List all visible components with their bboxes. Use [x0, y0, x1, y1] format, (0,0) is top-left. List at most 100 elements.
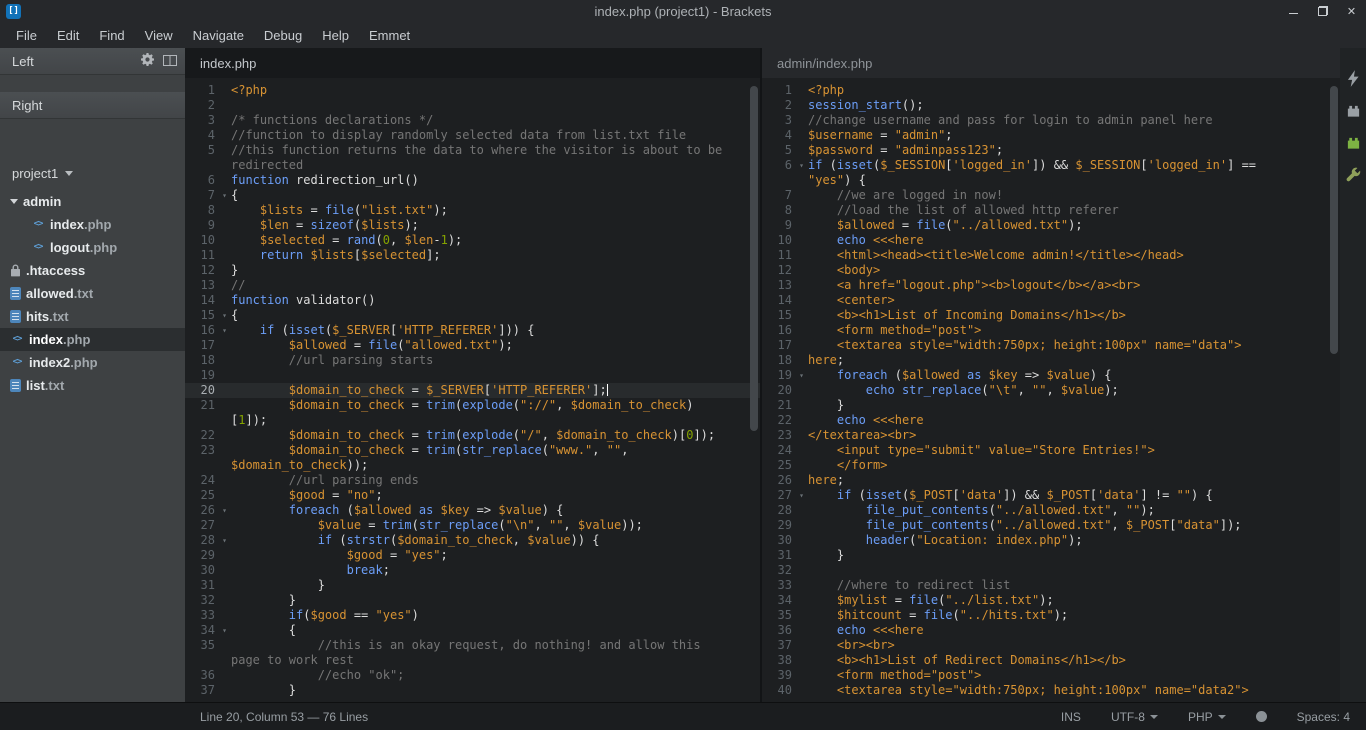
line-number[interactable]: 24: [185, 473, 218, 488]
line-number[interactable]: 14: [762, 293, 795, 308]
code-text[interactable]: foreach ($allowed as $key => $value) {: [231, 503, 760, 518]
code-line[interactable]: 36 echo <<<here: [762, 623, 1340, 638]
code-line[interactable]: 38 <b><h1>List of Redirect Domains</h1><…: [762, 653, 1340, 668]
code-text[interactable]: $len = sizeof($lists);: [231, 218, 760, 233]
code-text[interactable]: <b><h1>List of Redirect Domains</h1></b>: [808, 653, 1340, 668]
line-number[interactable]: 3: [185, 113, 218, 128]
code-text[interactable]: <input type="submit" value="Store Entrie…: [808, 443, 1340, 458]
line-number[interactable]: 13: [185, 278, 218, 293]
code-line[interactable]: 32 }: [185, 593, 760, 608]
code-text[interactable]: }: [231, 578, 760, 593]
line-number[interactable]: 10: [762, 233, 795, 248]
code-line[interactable]: 26here;: [762, 473, 1340, 488]
line-number[interactable]: 29: [185, 548, 218, 563]
code-line[interactable]: 34▾ {: [185, 623, 760, 638]
code-line[interactable]: 4//function to display randomly selected…: [185, 128, 760, 143]
code-text[interactable]: //function to display randomly selected …: [231, 128, 760, 143]
code-text[interactable]: </textarea><br>: [808, 428, 1340, 443]
line-number[interactable]: 31: [185, 578, 218, 593]
line-number[interactable]: 7: [762, 188, 795, 203]
line-number[interactable]: 10: [185, 233, 218, 248]
line-number[interactable]: 19: [762, 368, 795, 383]
code-line[interactable]: 11 return $lists[$selected];: [185, 248, 760, 263]
line-number[interactable]: 9: [185, 218, 218, 233]
code-text[interactable]: echo str_replace("\t", "", $value);: [808, 383, 1340, 398]
code-text[interactable]: //url parsing ends: [231, 473, 760, 488]
fold-arrow-icon[interactable]: ▾: [218, 623, 231, 638]
line-number[interactable]: 32: [185, 593, 218, 608]
status-insert-mode[interactable]: INS: [1061, 710, 1081, 724]
code-line[interactable]: 32: [762, 563, 1340, 578]
line-number[interactable]: 33: [762, 578, 795, 593]
code-line[interactable]: 31 }: [185, 578, 760, 593]
menu-debug[interactable]: Debug: [254, 25, 312, 46]
code-text[interactable]: //load the list of allowed http referer: [808, 203, 1340, 218]
code-text[interactable]: if($good == "yes"): [231, 608, 760, 623]
code-line[interactable]: 10 $selected = rand(0, $len-1);: [185, 233, 760, 248]
fold-arrow-icon[interactable]: ▾: [218, 188, 231, 203]
code-line[interactable]: 7▾{: [185, 188, 760, 203]
line-number[interactable]: 40: [762, 683, 795, 698]
line-number[interactable]: 39: [762, 668, 795, 683]
line-number[interactable]: 37: [185, 683, 218, 698]
menu-edit[interactable]: Edit: [47, 25, 89, 46]
line-number[interactable]: 26: [185, 503, 218, 518]
code-line[interactable]: 30 break;: [185, 563, 760, 578]
code-line[interactable]: 13//: [185, 278, 760, 293]
code-line[interactable]: 9 $len = sizeof($lists);: [185, 218, 760, 233]
tree-file-.htaccess[interactable]: .htaccess: [0, 259, 185, 282]
code-text[interactable]: echo <<<here: [808, 413, 1340, 428]
code-text[interactable]: $domain_to_check = trim(explode("://", $…: [231, 398, 760, 428]
code-text[interactable]: echo <<<here: [808, 623, 1340, 638]
line-number[interactable]: 12: [762, 263, 795, 278]
menu-navigate[interactable]: Navigate: [183, 25, 254, 46]
code-line[interactable]: 12}: [185, 263, 760, 278]
code-text[interactable]: <b><h1>List of Incoming Domains</h1></b>: [808, 308, 1340, 323]
line-number[interactable]: 29: [762, 518, 795, 533]
code-text[interactable]: /* functions declarations */: [231, 113, 760, 128]
code-text[interactable]: $selected = rand(0, $len-1);: [231, 233, 760, 248]
status-indent-setting[interactable]: Spaces: 4: [1297, 710, 1350, 724]
working-set-header-right[interactable]: Right: [0, 92, 185, 118]
line-number[interactable]: 34: [185, 623, 218, 638]
code-line[interactable]: 24 //url parsing ends: [185, 473, 760, 488]
line-number[interactable]: 24: [762, 443, 795, 458]
line-number[interactable]: 28: [762, 503, 795, 518]
code-line[interactable]: 25 </form>: [762, 458, 1340, 473]
line-number[interactable]: 7: [185, 188, 218, 203]
code-text[interactable]: //url parsing starts: [231, 353, 760, 368]
code-line[interactable]: 1<?php: [185, 83, 760, 98]
tree-file-logout.php[interactable]: <>logout.php: [0, 236, 185, 259]
split-view-icon[interactable]: [163, 54, 177, 69]
fold-arrow-icon[interactable]: ▾: [795, 488, 808, 503]
code-text[interactable]: if (isset($_POST['data']) && $_POST['dat…: [808, 488, 1340, 503]
code-line[interactable]: 16 <form method="post">: [762, 323, 1340, 338]
code-text[interactable]: here;: [808, 353, 1340, 368]
line-number[interactable]: 11: [185, 248, 218, 263]
line-number[interactable]: 33: [185, 608, 218, 623]
line-number[interactable]: 2: [185, 98, 218, 113]
code-line[interactable]: 23 $domain_to_check = trim(str_replace("…: [185, 443, 760, 473]
code-text[interactable]: {: [231, 188, 760, 203]
fold-arrow-icon[interactable]: ▾: [218, 503, 231, 518]
code-line[interactable]: 29 $good = "yes";: [185, 548, 760, 563]
menu-help[interactable]: Help: [312, 25, 359, 46]
code-text[interactable]: $good = "no";: [231, 488, 760, 503]
code-text[interactable]: $allowed = file("../allowed.txt");: [808, 218, 1340, 233]
status-lint-indicator[interactable]: [1256, 711, 1267, 722]
line-number[interactable]: 18: [762, 353, 795, 368]
code-line[interactable]: 9 $allowed = file("../allowed.txt");: [762, 218, 1340, 233]
line-number[interactable]: 25: [762, 458, 795, 473]
code-text[interactable]: foreach ($allowed as $key => $value) {: [808, 368, 1340, 383]
code-line[interactable]: 10 echo <<<here: [762, 233, 1340, 248]
line-number[interactable]: 30: [185, 563, 218, 578]
code-area-right[interactable]: 1<?php2session_start();3//change usernam…: [762, 78, 1340, 702]
line-number[interactable]: 21: [762, 398, 795, 413]
code-text[interactable]: <br><br>: [808, 638, 1340, 653]
code-line[interactable]: 6▾if (isset($_SESSION['logged_in']) && $…: [762, 158, 1340, 188]
code-text[interactable]: [808, 563, 1340, 578]
code-text[interactable]: <body>: [808, 263, 1340, 278]
code-line[interactable]: 23</textarea><br>: [762, 428, 1340, 443]
line-number[interactable]: 31: [762, 548, 795, 563]
code-line[interactable]: 15 <b><h1>List of Incoming Domains</h1><…: [762, 308, 1340, 323]
